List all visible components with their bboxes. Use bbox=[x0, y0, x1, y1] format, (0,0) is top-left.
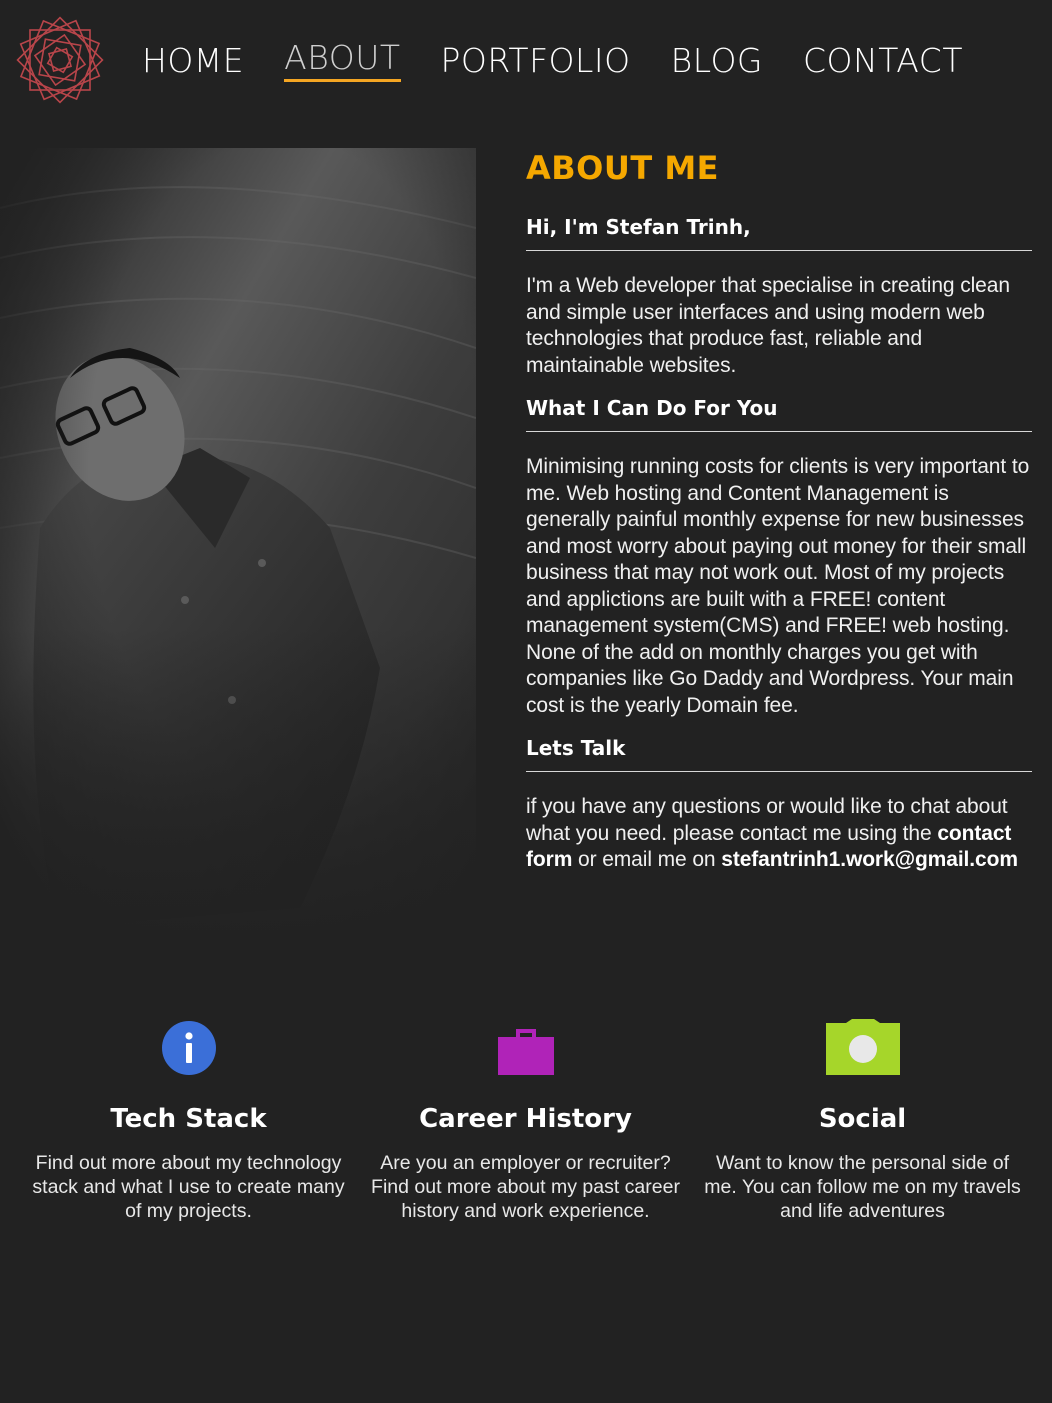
services-heading: What I Can Do For You bbox=[526, 395, 1032, 432]
feature-social[interactable]: Social Want to know the personal side of… bbox=[694, 1018, 1031, 1223]
contact-text-part-1: if you have any questions or would like … bbox=[526, 795, 1008, 845]
intro-text: I'm a Web developer that specialise in c… bbox=[526, 274, 1010, 377]
info-icon bbox=[20, 1018, 357, 1078]
greeting-heading: Hi, I'm Stefan Trinh, bbox=[526, 214, 1032, 251]
contact-text: if you have any questions or would like … bbox=[526, 794, 1032, 874]
nav-links: HOME ABOUT PORTFOLIO BLOG CONTACT bbox=[142, 40, 1003, 82]
feature-cards: Tech Stack Find out more about my techno… bbox=[20, 1018, 1032, 1223]
briefcase-icon bbox=[357, 1018, 694, 1078]
nav-about[interactable]: ABOUT bbox=[284, 40, 401, 82]
top-navigation: HOME ABOUT PORTFOLIO BLOG CONTACT bbox=[0, 0, 1052, 122]
logo-icon[interactable] bbox=[14, 14, 106, 106]
lets-talk-heading: Lets Talk bbox=[526, 735, 1032, 772]
nav-contact[interactable]: CONTACT bbox=[803, 40, 963, 82]
email-link[interactable]: stefantrinh1.work@gmail.com bbox=[721, 848, 1018, 871]
about-title: ABOUT ME bbox=[526, 149, 720, 187]
camera-icon bbox=[694, 1018, 1031, 1078]
contact-text-part-2: or email me on bbox=[572, 848, 722, 871]
feature-description: Find out more about my technology stack … bbox=[32, 1152, 345, 1222]
feature-title: Social bbox=[818, 1104, 907, 1134]
profile-photo bbox=[0, 148, 476, 948]
nav-blog[interactable]: BLOG bbox=[671, 40, 763, 82]
feature-title: Career History bbox=[419, 1104, 632, 1134]
nav-portfolio[interactable]: PORTFOLIO bbox=[441, 40, 631, 82]
feature-description: Are you an employer or recruiter? Find o… bbox=[371, 1152, 680, 1222]
services-text: Minimising running costs for clients is … bbox=[526, 455, 1030, 717]
about-section: ABOUT ME Hi, I'm Stefan Trinh, I'm a Web… bbox=[526, 148, 1032, 890]
feature-title: Tech Stack bbox=[110, 1104, 267, 1134]
nav-home[interactable]: HOME bbox=[142, 40, 244, 82]
feature-description: Want to know the personal side of me. Yo… bbox=[704, 1152, 1021, 1222]
feature-career-history[interactable]: Career History Are you an employer or re… bbox=[357, 1018, 694, 1223]
feature-tech-stack[interactable]: Tech Stack Find out more about my techno… bbox=[20, 1018, 357, 1223]
